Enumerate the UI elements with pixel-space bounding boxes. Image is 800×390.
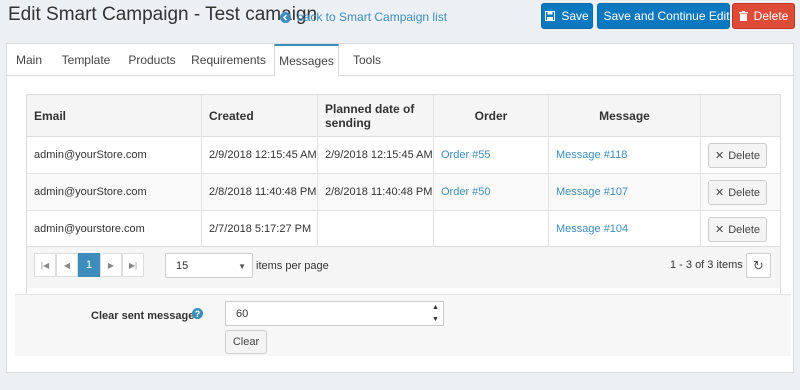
back-link[interactable]: back to Smart Campaign list bbox=[280, 10, 447, 24]
refresh-icon[interactable]: ↻ bbox=[746, 253, 771, 278]
previous-page-icon[interactable]: ◀ bbox=[56, 253, 78, 277]
column-header-order[interactable]: Order bbox=[434, 95, 549, 137]
save-and-continue-label: Save and Continue Edit bbox=[603, 9, 730, 23]
column-header-created[interactable]: Created bbox=[202, 95, 318, 137]
items-per-page-label: items per page bbox=[256, 260, 329, 272]
cell-email: admin@yourstore.com bbox=[27, 211, 202, 247]
row-delete-label: Delete bbox=[728, 186, 760, 199]
clear-sent-label: Clear sent messages bbox=[91, 310, 201, 322]
row-delete-button[interactable]: ✕ Delete bbox=[708, 143, 767, 168]
row-delete-label: Delete bbox=[728, 223, 760, 236]
delete-button[interactable]: Delete bbox=[732, 3, 795, 29]
tab-messages[interactable]: Messages bbox=[274, 44, 339, 77]
table-row: admin@yourStore.com 2/8/2018 11:40:48 PM… bbox=[27, 174, 780, 211]
close-icon: ✕ bbox=[714, 224, 725, 236]
grid-pager: |◀ ◀ 1 ▶ ▶| 15 ▼ items per page 1 - 3 of… bbox=[27, 246, 780, 288]
cell-planned: 2/9/2018 12:15:45 AM bbox=[318, 137, 434, 173]
message-link[interactable]: Message #107 bbox=[556, 186, 628, 198]
cell-planned: 2/8/2018 11:40:48 PM bbox=[318, 174, 434, 210]
order-link[interactable]: Order #55 bbox=[441, 149, 491, 161]
cell-email: admin@yourStore.com bbox=[27, 137, 202, 173]
tab-tools[interactable]: Tools bbox=[339, 44, 395, 76]
messages-grid: Email Created Planned date of sending Or… bbox=[26, 94, 781, 327]
column-header-planned[interactable]: Planned date of sending bbox=[318, 95, 434, 137]
trash-icon bbox=[738, 11, 748, 21]
message-link[interactable]: Message #118 bbox=[556, 149, 627, 161]
row-delete-button[interactable]: ✕ Delete bbox=[708, 180, 767, 205]
clear-sent-input[interactable]: 60 ▲ ▼ bbox=[225, 301, 444, 326]
first-page-icon[interactable]: |◀ bbox=[34, 253, 56, 277]
column-header-actions bbox=[701, 95, 780, 137]
grid-header: Email Created Planned date of sending Or… bbox=[27, 95, 780, 137]
page-header: Edit Smart Campaign - Test camaign back … bbox=[0, 0, 800, 34]
page-title: Edit Smart Campaign - Test camaign bbox=[8, 4, 318, 25]
page-size-value: 15 bbox=[176, 259, 189, 272]
current-page-button[interactable]: 1 bbox=[78, 253, 100, 277]
column-header-message[interactable]: Message bbox=[549, 95, 701, 137]
clear-button[interactable]: Clear bbox=[225, 330, 267, 354]
back-link-label: back to Smart Campaign list bbox=[297, 10, 448, 24]
row-delete-button[interactable]: ✕ Delete bbox=[708, 217, 767, 242]
row-delete-label: Delete bbox=[728, 149, 760, 162]
cell-created: 2/7/2018 5:17:27 PM bbox=[202, 211, 318, 247]
close-icon: ✕ bbox=[714, 150, 725, 162]
table-row: admin@yourstore.com 2/7/2018 5:17:27 PM … bbox=[27, 211, 780, 248]
tab-bar: Main Template Products Requirements Mess… bbox=[7, 44, 793, 77]
help-icon[interactable]: ? bbox=[192, 308, 203, 319]
cell-created: 2/8/2018 11:40:48 PM bbox=[202, 174, 318, 210]
table-row: admin@yourStore.com 2/9/2018 12:15:45 AM… bbox=[27, 137, 780, 174]
order-link[interactable]: Order #50 bbox=[441, 186, 491, 198]
delete-button-label: Delete bbox=[753, 9, 789, 23]
cell-planned bbox=[318, 211, 434, 247]
next-page-icon[interactable]: ▶ bbox=[100, 253, 122, 277]
cell-email: admin@yourStore.com bbox=[27, 174, 202, 210]
clear-sent-section: Clear sent messages ? 60 ▲ ▼ Clear bbox=[15, 294, 791, 356]
tab-requirements[interactable]: Requirements bbox=[183, 44, 274, 76]
last-page-icon[interactable]: ▶| bbox=[122, 253, 144, 277]
cell-created: 2/9/2018 12:15:45 AM bbox=[202, 137, 318, 173]
floppy-disk-icon bbox=[545, 11, 556, 21]
arrow-circle-left-icon bbox=[280, 11, 291, 23]
spin-up-icon[interactable]: ▲ bbox=[428, 302, 443, 313]
save-button-label: Save bbox=[561, 9, 589, 23]
save-button[interactable]: Save bbox=[541, 3, 593, 29]
spin-down-icon[interactable]: ▼ bbox=[428, 314, 443, 325]
tab-main[interactable]: Main bbox=[7, 44, 51, 76]
page-size-select[interactable]: 15 ▼ bbox=[165, 253, 253, 278]
cell-order bbox=[434, 211, 549, 247]
tabs-panel: Main Template Products Requirements Mess… bbox=[6, 43, 794, 373]
clear-sent-value: 60 bbox=[236, 307, 249, 320]
column-header-email[interactable]: Email bbox=[27, 95, 202, 137]
tab-template[interactable]: Template bbox=[51, 44, 121, 76]
caret-down-icon: ▼ bbox=[238, 262, 246, 271]
close-icon: ✕ bbox=[714, 187, 725, 199]
save-and-continue-button[interactable]: Save and Continue Edit bbox=[597, 3, 730, 29]
tab-products[interactable]: Products bbox=[121, 44, 183, 76]
items-info: 1 - 3 of 3 items bbox=[670, 259, 743, 271]
message-link[interactable]: Message #104 bbox=[556, 223, 628, 235]
